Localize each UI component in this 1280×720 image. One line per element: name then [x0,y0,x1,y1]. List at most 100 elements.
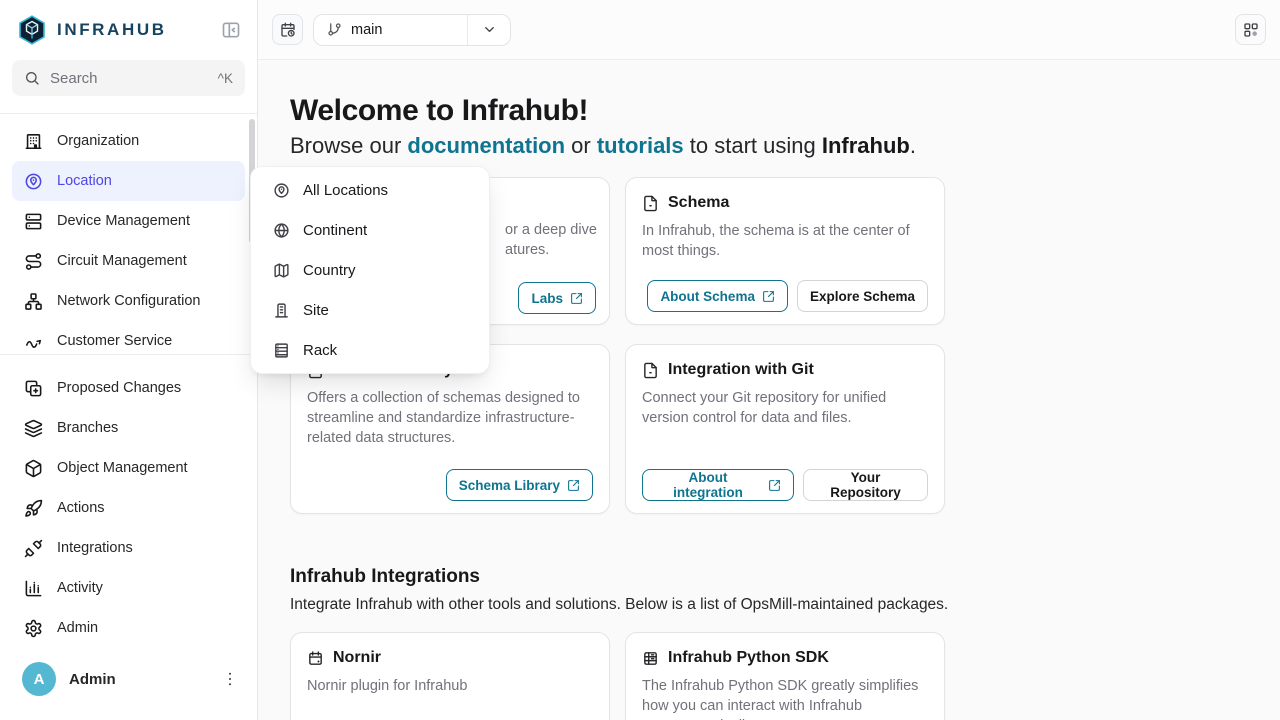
package-icon [307,650,324,667]
menu-item-rack[interactable]: Rack [251,330,489,370]
integrations-section-subtitle: Integrate Infrahub with other tools and … [290,596,1280,614]
rocket-icon [24,499,43,518]
chevron-down-icon [482,22,497,37]
card-description: Offers a collection of schemas designed … [307,388,593,448]
branch-selector[interactable]: main [313,14,511,46]
layers-icon [24,419,43,438]
intro-text: . [910,133,916,158]
network-icon [24,292,43,311]
nornir-card: Nornir Nornir plugin for Infrahub [290,632,610,720]
sidebar-item-object-management[interactable]: Object Management [12,448,245,488]
time-travel-button[interactable] [272,14,303,45]
nav-item-label: Admin [57,620,98,636]
card-desc-fragment: atures. [505,240,549,260]
menu-item-label: Site [303,302,329,319]
nav-item-label: Branches [57,420,118,436]
brand-wordmark: INFRAHUB [57,20,167,40]
plug-icon [24,539,43,558]
sidebar-item-actions[interactable]: Actions [12,488,245,528]
intro-text: or [565,133,597,158]
sidebar-item-customer-service[interactable]: Customer Service [12,321,245,355]
sidebar-item-device-management[interactable]: Device Management [12,201,245,241]
documentation-link[interactable]: documentation [407,133,565,158]
grid-icon [642,650,659,667]
nav-item-label: Activity [57,580,103,596]
card-description: In Infrahub, the schema is at the center… [642,221,928,261]
menu-item-continent[interactable]: Continent [251,210,489,250]
schema-card: Schema In Infrahub, the schema is at the… [625,177,945,325]
menu-item-label: Continent [303,222,367,239]
sidebar-item-integrations[interactable]: Integrations [12,528,245,568]
sidebar-item-branches[interactable]: Branches [12,408,245,448]
map-pin-circle-icon [24,172,43,191]
about-integration-button[interactable]: About integration [642,469,794,501]
python-sdk-card: Infrahub Python SDK The Infrahub Python … [625,632,945,720]
building-icon [24,132,43,151]
sidebar-item-admin[interactable]: Admin [12,608,245,648]
diff-icon [24,379,43,398]
menu-item-all-locations[interactable]: All Locations [251,170,489,210]
file-icon [642,362,659,379]
user-menu[interactable]: A Admin [0,662,257,720]
sidebar-item-location[interactable]: Location [12,161,245,201]
menu-item-country[interactable]: Country [251,250,489,290]
card-description: Connect your Git repository for unified … [642,388,928,428]
labs-button[interactable]: Labs [518,282,596,314]
card-title: Schema [668,194,729,212]
map-pin-circle-icon [273,182,290,199]
file-icon [642,195,659,212]
nav-item-label: Customer Service [57,333,172,349]
topbar: main [258,0,1280,60]
tutorials-link[interactable]: tutorials [597,133,684,158]
your-repository-button[interactable]: Your Repository [803,469,928,501]
schema-library-button[interactable]: Schema Library [446,469,593,501]
sidebar-item-network-configuration[interactable]: Network Configuration [12,281,245,321]
avatar: A [22,662,56,696]
menu-item-site[interactable]: Site [251,290,489,330]
location-dropdown-menu: All Locations Continent Country Site Rack [250,166,490,374]
infrahub-logo-icon [16,14,48,46]
about-schema-button[interactable]: About Schema [647,280,788,312]
card-description: Nornir plugin for Infrahub [307,676,593,696]
git-integration-card: Integration with Git Connect your Git re… [625,344,945,514]
external-link-icon [768,479,781,492]
nav-item-label: Network Configuration [57,293,200,309]
integrations-section-title: Infrahub Integrations [290,566,1280,588]
gear-icon [24,619,43,638]
external-link-icon [567,479,580,492]
calendar-clock-icon [280,22,296,38]
main-nav: Proposed Changes Branches Object Managemen… [0,355,257,648]
explore-schema-button[interactable]: Explore Schema [797,280,928,312]
nav-item-label: Object Management [57,460,188,476]
search-icon [24,70,40,86]
search-input[interactable]: Search ^K [12,60,245,96]
nav-item-label: Device Management [57,213,190,229]
menu-item-label: Country [303,262,356,279]
nav-item-label: Proposed Changes [57,380,181,396]
sidebar-item-proposed-changes[interactable]: Proposed Changes [12,368,245,408]
collapse-sidebar-icon[interactable] [221,20,241,40]
main-content: Welcome to Infrahub! Browse our document… [258,60,1280,720]
card-title: Infrahub Python SDK [668,649,829,667]
search-shortcut: ^K [218,71,233,86]
menu-item-label: All Locations [303,182,388,199]
sidebar-item-organization[interactable]: Organization [12,121,245,161]
workflow-icon [1243,22,1259,38]
bar-chart-icon [24,579,43,598]
sidebar-item-activity[interactable]: Activity [12,568,245,608]
nav-item-label: Location [57,173,112,189]
site-icon [273,302,290,319]
schema-visualizer-button[interactable] [1235,14,1266,45]
globe-icon [273,222,290,239]
page-title: Welcome to Infrahub! [290,96,1280,126]
server-icon [24,212,43,231]
user-more-icon[interactable] [221,670,239,688]
branch-caret-button[interactable] [468,22,510,37]
nav-item-label: Actions [57,500,105,516]
sidebar-item-circuit-management[interactable]: Circuit Management [12,241,245,281]
search-placeholder: Search [50,70,98,87]
user-name: Admin [69,671,116,688]
map-icon [273,262,290,279]
git-branch-icon [327,22,342,37]
external-link-icon [762,290,775,303]
